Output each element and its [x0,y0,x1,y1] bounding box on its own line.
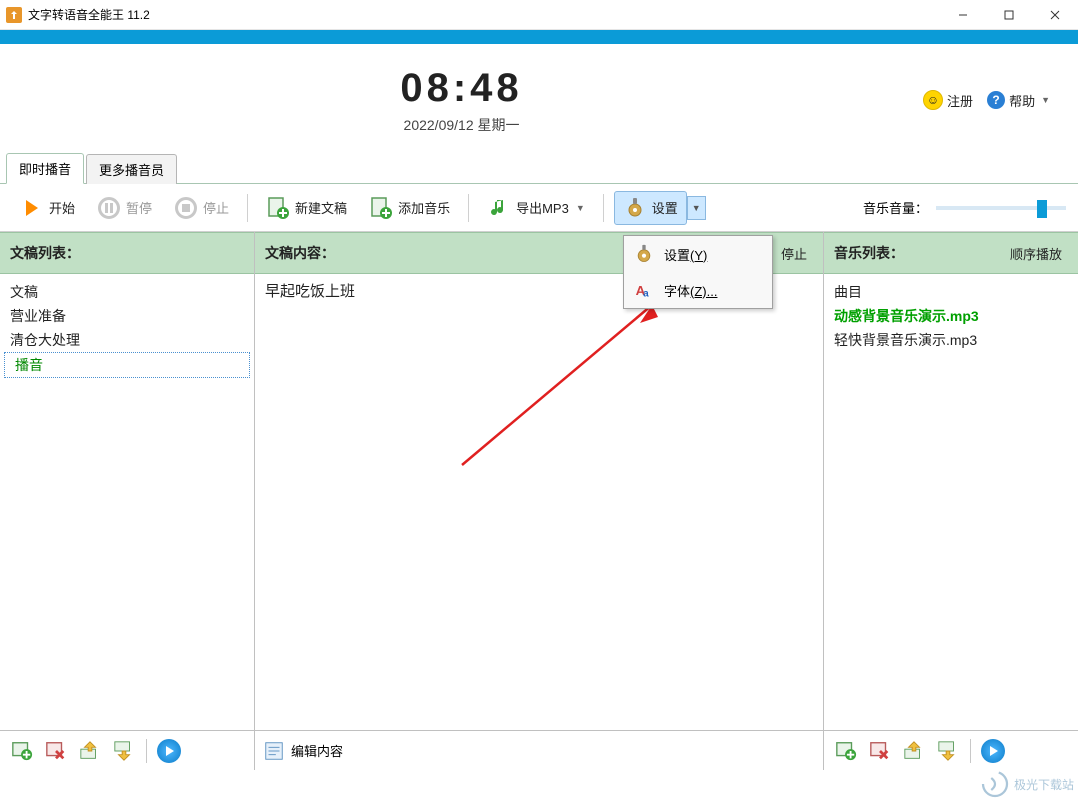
docs-list: 文稿 营业准备 清仓大处理 播音 [0,274,254,730]
register-button[interactable]: ☺ 注册 [923,90,973,110]
main-tabs: 即时播音 更多播音员 [0,156,1078,184]
volume-control: 音乐音量： [863,198,1066,217]
main-columns: 文稿列表： 文稿 营业准备 清仓大处理 播音 文稿内容： 停止 早起吃饭上班 音… [0,232,1078,730]
play-circle-icon [157,739,181,763]
accent-bar [0,30,1078,44]
list-item[interactable]: 轻快背景音乐演示.mp3 [824,328,1078,352]
docs-header: 文稿列表： [0,232,254,274]
tab-more-announcers[interactable]: 更多播音员 [86,154,177,184]
move-up-button[interactable] [76,738,104,764]
header: 08:48 2022/09/12 星期一 ☺ 注册 ? 帮助 ▼ [0,44,1078,156]
register-label: 注册 [947,91,973,110]
add-music-icon [369,196,393,220]
add-doc-button[interactable] [8,738,36,764]
add-music-button-bottom[interactable] [832,738,860,764]
clock-date: 2022/09/12 星期一 [0,115,923,135]
settings-dropdown-menu: 设置(Y) Aa 字体(Z)... [623,235,773,309]
volume-slider[interactable] [936,206,1066,210]
gear-icon [623,196,647,220]
smile-icon: ☺ [923,90,943,110]
start-button[interactable]: 开始 [12,192,83,224]
music-column: 音乐列表： 顺序播放 曲目 动感背景音乐演示.mp3 轻快背景音乐演示.mp3 [824,232,1078,730]
docs-col-title: 文稿 [0,280,254,304]
window-titlebar: 文字转语音全能王 11.2 [0,0,1078,30]
font-icon: Aa [634,280,654,300]
list-item[interactable]: 清仓大处理 [0,328,254,352]
chevron-down-icon: ▼ [1041,95,1050,105]
pause-button[interactable]: 暂停 [89,192,160,224]
app-icon [6,7,22,23]
tab-instant-broadcast[interactable]: 即时播音 [6,153,84,184]
separator [247,194,248,222]
play-music-button[interactable] [979,738,1007,764]
volume-label: 音乐音量： [863,198,928,217]
window-title: 文字转语音全能王 11.2 [28,6,150,23]
music-header: 音乐列表： 顺序播放 [824,232,1078,274]
pause-icon [97,196,121,220]
list-item-selected[interactable]: 播音 [4,352,250,378]
bottom-toolbar-row: 编辑内容 [0,730,1078,776]
edit-icon [263,740,285,762]
gear-icon [634,244,654,264]
menu-item-label: 字体(Z)... [664,281,717,300]
close-button[interactable] [1032,0,1078,30]
music-list: 曲目 动感背景音乐演示.mp3 轻快背景音乐演示.mp3 [824,274,1078,730]
help-icon: ? [987,91,1005,109]
add-music-button[interactable]: 添加音乐 [361,192,458,224]
move-down-button[interactable] [110,738,138,764]
separator [603,194,604,222]
edit-content-button[interactable]: 编辑内容 [263,740,343,762]
list-item[interactable]: 动感背景音乐演示.mp3 [824,304,1078,328]
play-icon [20,196,44,220]
play-circle-icon [981,739,1005,763]
stop-button[interactable]: 停止 [166,192,237,224]
minimize-button[interactable] [940,0,986,30]
maximize-button[interactable] [986,0,1032,30]
music-down-button[interactable] [934,738,962,764]
content-stop-button[interactable]: 停止 [775,242,813,265]
content-text[interactable]: 早起吃饭上班 [255,274,823,730]
separator [468,194,469,222]
menu-item-font[interactable]: Aa 字体(Z)... [624,272,772,308]
help-label: 帮助 [1009,91,1035,110]
menu-item-settings[interactable]: 设置(Y) [624,236,772,272]
music-col-title: 曲目 [824,280,1078,304]
new-doc-button[interactable]: 新建文稿 [258,192,355,224]
remove-music-button[interactable] [866,738,894,764]
stop-icon [174,196,198,220]
clock-time: 08:48 [0,66,923,111]
toolbar: 开始 暂停 停止 新建文稿 添加音乐 导出MP3 ▼ 设置 ▼ 音乐音量： [0,184,1078,232]
play-doc-button[interactable] [155,738,183,764]
settings-button[interactable]: 设置 [614,191,687,225]
music-note-icon [487,196,511,220]
music-play-mode[interactable]: 顺序播放 [1004,242,1068,265]
menu-item-label: 设置(Y) [664,245,707,264]
chevron-down-icon: ▼ [576,203,585,213]
docs-column: 文稿列表： 文稿 营业准备 清仓大处理 播音 [0,232,255,730]
list-item[interactable]: 营业准备 [0,304,254,328]
volume-thumb[interactable] [1037,200,1047,218]
export-mp3-button[interactable]: 导出MP3 ▼ [479,192,593,224]
svg-text:a: a [643,289,649,300]
watermark-icon [980,769,1010,799]
new-doc-icon [266,196,290,220]
help-button[interactable]: ? 帮助 ▼ [987,91,1050,110]
settings-dropdown-arrow[interactable]: ▼ [687,196,706,220]
watermark: 极光下载站 [980,769,1074,799]
music-up-button[interactable] [900,738,928,764]
remove-doc-button[interactable] [42,738,70,764]
